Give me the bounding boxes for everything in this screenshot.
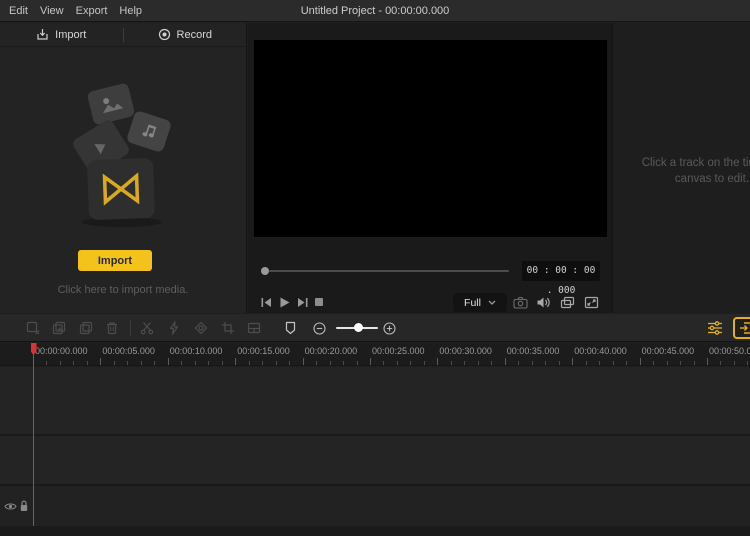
preview-zoom-value: Full	[464, 297, 481, 309]
menu-export[interactable]: Export	[76, 5, 108, 17]
previous-frame-button[interactable]	[258, 294, 274, 310]
seek-handle[interactable]	[261, 267, 269, 275]
speed-button[interactable]	[165, 319, 183, 337]
keyframe-button[interactable]	[192, 319, 210, 337]
picture-in-picture-button[interactable]	[559, 294, 575, 310]
timeline-ruler[interactable]: 00:00:00.000 00:00:05.000 00:00:10.000 00:0…	[0, 343, 750, 366]
import-hint-text: Click here to import media.	[0, 284, 246, 296]
import-tray-icon	[36, 28, 49, 41]
menu-items: Edit View Export Help	[9, 0, 142, 22]
media-panel: Import Record	[0, 23, 247, 313]
zoom-in-button[interactable]	[380, 319, 398, 337]
ruler-timestamp: 00:00:00.000	[35, 346, 88, 356]
timeline-track-audio[interactable]	[0, 486, 750, 526]
photo-card-icon	[87, 82, 136, 125]
media-tabbar: Import Record	[0, 23, 246, 47]
menu-edit[interactable]: Edit	[9, 5, 28, 17]
volume-button[interactable]	[535, 294, 551, 310]
timeline-bottom-strip	[0, 526, 750, 536]
next-frame-button[interactable]	[294, 294, 310, 310]
filmora-bowtie-logo	[100, 172, 141, 205]
copy-button[interactable]	[50, 319, 68, 337]
timeline-track-2[interactable]	[0, 436, 750, 484]
tab-import[interactable]: Import	[0, 23, 123, 46]
select-clip-button[interactable]	[24, 319, 42, 337]
preview-panel: 00 : 00 : 00 . 000 Full	[248, 23, 613, 313]
marker-button[interactable]	[281, 319, 299, 337]
properties-panel: Click a track on the timeline canvas to …	[614, 23, 750, 313]
ruler-timestamp: 00:00:25.000	[372, 346, 425, 356]
green-screen-button[interactable]	[245, 319, 263, 337]
timecode-display: 00 : 00 : 00 . 000	[522, 261, 600, 281]
track-lock-icon[interactable]	[17, 499, 31, 513]
seek-track[interactable]	[269, 270, 509, 272]
stop-button[interactable]	[311, 294, 327, 310]
ruler-timestamp: 00:00:45.000	[642, 346, 695, 356]
track-visibility-eye-icon[interactable]	[3, 499, 17, 513]
record-icon	[158, 28, 171, 41]
playback-controls: Full	[248, 291, 612, 313]
play-button[interactable]	[276, 294, 292, 310]
tab-import-label: Import	[55, 29, 86, 41]
music-card-icon	[126, 110, 172, 153]
ruler-timestamp: 00:00:15.000	[237, 346, 290, 356]
crop-button[interactable]	[219, 319, 237, 337]
timeline-track-video[interactable]	[0, 367, 750, 434]
import-button[interactable]: Import	[78, 250, 152, 271]
playhead[interactable]	[33, 343, 34, 526]
paste-button[interactable]	[77, 319, 95, 337]
ruler-timestamp: 00:00:05.000	[102, 346, 155, 356]
zoom-out-button[interactable]	[310, 319, 328, 337]
delete-button[interactable]	[103, 319, 121, 337]
tab-record-label: Record	[177, 29, 212, 41]
ruler-timestamp: 00:00:30.000	[439, 346, 492, 356]
menu-help[interactable]: Help	[119, 5, 142, 17]
import-media-illustration[interactable]	[52, 75, 197, 235]
filmora-logo-box	[87, 158, 155, 220]
timeline-zoom-slider-thumb[interactable]	[354, 323, 363, 332]
audio-mixer-button[interactable]	[706, 319, 724, 337]
fit-timeline-button[interactable]	[733, 317, 750, 339]
snapshot-camera-button[interactable]	[512, 294, 528, 310]
ruler-timestamp: 00:00:20.000	[305, 346, 358, 356]
ruler-timestamp: 00:00:50.000	[709, 346, 750, 356]
ruler-timestamp: 00:00:10.000	[170, 346, 223, 356]
fullscreen-button[interactable]	[583, 294, 599, 310]
menu-view[interactable]: View	[40, 5, 64, 17]
timeline-toolbar	[0, 314, 750, 342]
preview-zoom-select[interactable]: Full	[453, 293, 507, 312]
properties-placeholder-text: Click a track on the timeline canvas to …	[630, 155, 750, 187]
chevron-down-icon	[488, 300, 496, 305]
split-button[interactable]	[138, 319, 156, 337]
toolbar-separator	[130, 320, 131, 336]
tab-record[interactable]: Record	[124, 23, 247, 46]
ruler-timestamp: 00:00:40.000	[574, 346, 627, 356]
menu-bar: Edit View Export Help Untitled Project -…	[0, 0, 750, 22]
ruler-timestamp: 00:00:35.000	[507, 346, 560, 356]
video-preview-canvas[interactable]	[254, 40, 607, 237]
